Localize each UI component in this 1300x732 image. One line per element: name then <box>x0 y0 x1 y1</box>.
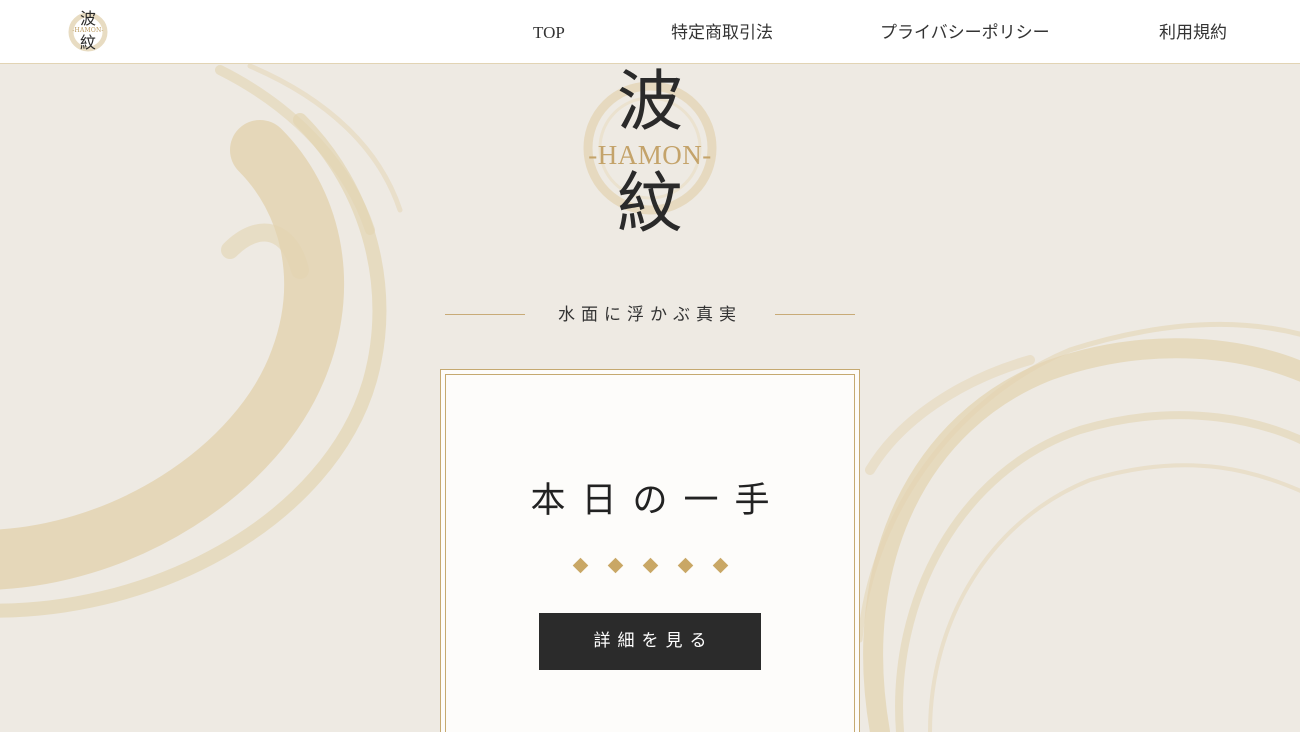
divider-left <box>445 314 525 315</box>
logo-kanji-top: 波 <box>79 9 96 28</box>
daily-pick-card: 本日の一手 詳細を見る <box>440 369 860 732</box>
diamond-icon <box>572 557 588 574</box>
nav-top[interactable]: TOP <box>533 0 565 64</box>
page: 波 -HAMON- 紋 TOP 特定商取引法 プライバシーポリシー 利用規約 波… <box>0 0 1300 732</box>
hero-logo: 波 -HAMON- 紋 <box>560 64 740 244</box>
view-details-button[interactable]: 詳細を見る <box>539 613 761 670</box>
rating-diamonds <box>441 554 859 578</box>
card-inner-border <box>445 374 855 732</box>
diamond-icon <box>607 557 623 574</box>
diamond-icon <box>712 557 728 574</box>
diamond-icon <box>642 557 658 574</box>
tagline: 水面に浮かぶ真実 <box>440 300 860 330</box>
nav-terms[interactable]: 利用規約 <box>1159 0 1227 64</box>
logo-kanji-bottom: 紋 <box>79 33 96 52</box>
tagline-text: 水面に浮かぶ真実 <box>558 305 742 325</box>
hero-kanji-bottom: 紋 <box>617 165 683 242</box>
diamond-icon <box>677 557 693 574</box>
hero-kanji-top: 波 <box>617 63 683 140</box>
divider-right <box>775 314 855 315</box>
header-logo[interactable]: 波 -HAMON- 紋 <box>66 9 110 55</box>
nav-tokutei[interactable]: 特定商取引法 <box>671 0 773 64</box>
card-title: 本日の一手 <box>530 481 786 521</box>
site-header: 波 -HAMON- 紋 TOP 特定商取引法 プライバシーポリシー 利用規約 <box>0 0 1300 64</box>
nav-privacy-policy[interactable]: プライバシーポリシー <box>880 0 1050 64</box>
